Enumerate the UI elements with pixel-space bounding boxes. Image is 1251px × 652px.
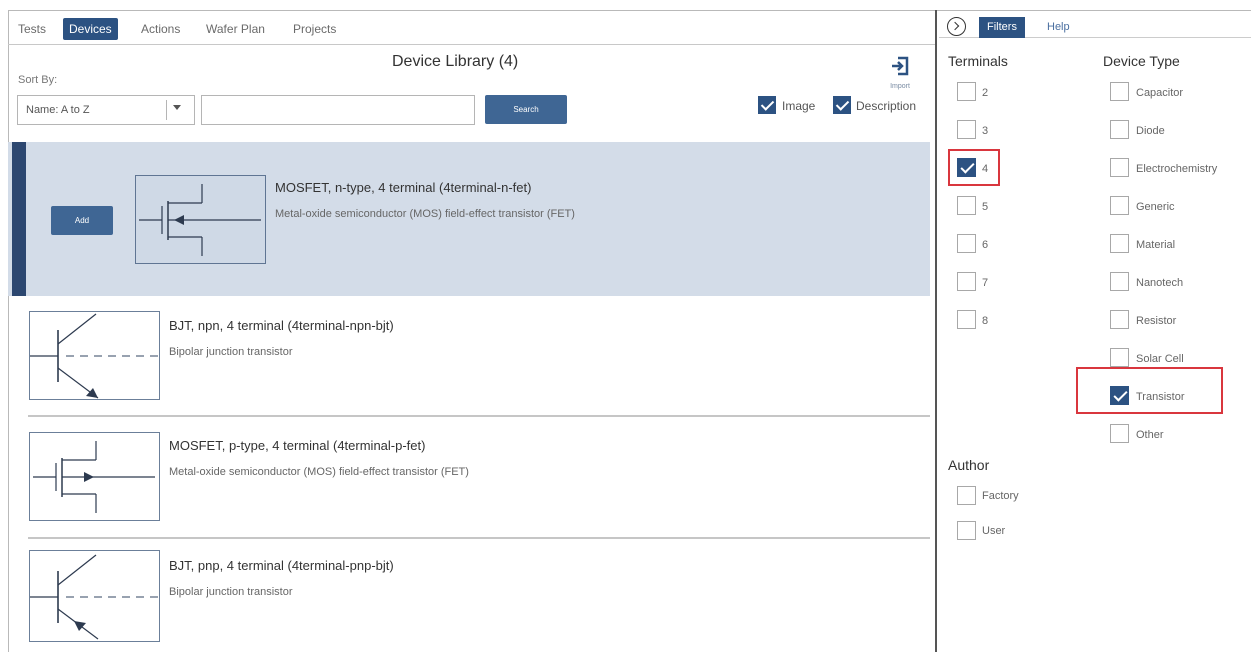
tab-filters[interactable]: Filters xyxy=(979,17,1025,38)
search-input[interactable] xyxy=(201,95,475,125)
highlight-box xyxy=(948,149,1000,186)
pnp-icon xyxy=(29,550,160,642)
image-checkbox[interactable] xyxy=(758,96,776,114)
device-description: Bipolar junction transistor xyxy=(169,346,293,358)
terminal-2-checkbox[interactable] xyxy=(957,82,976,101)
terminal-label: 7 xyxy=(982,277,989,289)
device-type-nanotech-checkbox[interactable] xyxy=(1110,272,1129,291)
pmos-icon xyxy=(29,432,160,521)
terminals-heading: Terminals xyxy=(948,53,1008,69)
import-button[interactable]: Import xyxy=(880,56,920,90)
author-user-checkbox[interactable] xyxy=(957,521,976,540)
tab-actions[interactable]: Actions xyxy=(135,18,186,40)
terminal-label: 8 xyxy=(982,315,989,327)
device-title: BJT, pnp, 4 terminal (4terminal-pnp-bjt) xyxy=(169,558,394,573)
author-factory-checkbox[interactable] xyxy=(957,486,976,505)
device-type-resistor-checkbox[interactable] xyxy=(1110,310,1129,329)
author-label: Factory xyxy=(982,490,1019,502)
device-type-generic-checkbox[interactable] xyxy=(1110,196,1129,215)
device-type-solar-cell-checkbox[interactable] xyxy=(1110,348,1129,367)
device-type-label: Solar Cell xyxy=(1136,353,1184,365)
terminal-6-checkbox[interactable] xyxy=(957,234,976,253)
tab-wafer-plan[interactable]: Wafer Plan xyxy=(200,18,271,40)
device-type-capacitor-checkbox[interactable] xyxy=(1110,82,1129,101)
tab-tests[interactable]: Tests xyxy=(12,18,52,40)
sort-select-value: Name: A to Z xyxy=(26,104,90,116)
device-type-label: Electrochemistry xyxy=(1136,163,1218,175)
device-title: MOSFET, n-type, 4 terminal (4terminal-n-… xyxy=(275,180,532,195)
description-label: Description xyxy=(856,99,917,113)
tab-projects[interactable]: Projects xyxy=(287,18,342,40)
device-row-selected[interactable]: Add MOSFET, n-type, 4 terminal (4termina… xyxy=(8,142,930,296)
device-type-other-checkbox[interactable] xyxy=(1110,424,1129,443)
device-type-heading: Device Type xyxy=(1103,53,1180,69)
terminal-label: 6 xyxy=(982,239,989,251)
row-divider xyxy=(28,537,930,539)
terminal-3-checkbox[interactable] xyxy=(957,120,976,139)
device-row[interactable]: BJT, pnp, 4 terminal (4terminal-pnp-bjt)… xyxy=(8,540,930,652)
page-title: Device Library (4) xyxy=(392,53,519,70)
author-heading: Author xyxy=(948,457,990,473)
device-title: MOSFET, p-type, 4 terminal (4terminal-p-… xyxy=(169,438,426,453)
device-type-label: Other xyxy=(1136,429,1164,441)
device-type-label: Diode xyxy=(1136,125,1165,137)
device-type-material-checkbox[interactable] xyxy=(1110,234,1129,253)
add-button[interactable]: Add xyxy=(51,206,113,235)
device-description: Bipolar junction transistor xyxy=(169,586,293,598)
select-divider xyxy=(166,100,167,120)
panel-tab-bar: Filters Help xyxy=(939,10,1251,38)
image-label: Image xyxy=(782,99,816,113)
device-type-diode-checkbox[interactable] xyxy=(1110,120,1129,139)
terminal-8-checkbox[interactable] xyxy=(957,310,976,329)
device-type-label: Capacitor xyxy=(1136,87,1184,99)
device-type-label: Resistor xyxy=(1136,315,1177,327)
search-button[interactable]: Search xyxy=(485,95,567,124)
selection-indicator xyxy=(12,142,26,296)
terminal-label: 5 xyxy=(982,201,989,213)
sort-select[interactable]: Name: A to Z xyxy=(17,95,195,125)
device-type-electrochemistry-checkbox[interactable] xyxy=(1110,158,1129,177)
top-tab-bar: Tests Devices Actions Wafer Plan Project… xyxy=(8,10,935,45)
tab-help[interactable]: Help xyxy=(1039,17,1078,38)
import-label: Import xyxy=(890,83,910,90)
highlight-box xyxy=(1076,367,1223,414)
terminal-label: 2 xyxy=(982,87,989,99)
terminal-label: 3 xyxy=(982,125,989,137)
author-label: User xyxy=(982,525,1006,537)
chevron-down-icon xyxy=(173,105,181,110)
sort-label: Sort By: xyxy=(18,74,58,86)
device-row[interactable]: BJT, npn, 4 terminal (4terminal-npn-bjt)… xyxy=(8,300,930,415)
device-description: Metal-oxide semiconductor (MOS) field-ef… xyxy=(169,466,469,478)
device-title: BJT, npn, 4 terminal (4terminal-npn-bjt) xyxy=(169,318,394,333)
device-type-label: Nanotech xyxy=(1136,277,1184,289)
import-icon xyxy=(892,56,909,76)
collapse-panel-button[interactable] xyxy=(947,17,966,36)
row-divider xyxy=(28,415,930,417)
device-type-label: Material xyxy=(1136,239,1176,251)
filters-panel: Filters Help Terminals Device Type 2 3 4… xyxy=(939,10,1251,652)
description-checkbox[interactable] xyxy=(833,96,851,114)
terminal-5-checkbox[interactable] xyxy=(957,196,976,215)
terminal-7-checkbox[interactable] xyxy=(957,272,976,291)
device-row[interactable]: MOSFET, p-type, 4 terminal (4terminal-p-… xyxy=(8,418,930,536)
npn-icon xyxy=(29,311,160,400)
nmos-icon xyxy=(135,175,266,264)
device-type-label: Generic xyxy=(1136,201,1175,213)
tab-devices[interactable]: Devices xyxy=(63,18,118,40)
device-description: Metal-oxide semiconductor (MOS) field-ef… xyxy=(275,208,575,220)
